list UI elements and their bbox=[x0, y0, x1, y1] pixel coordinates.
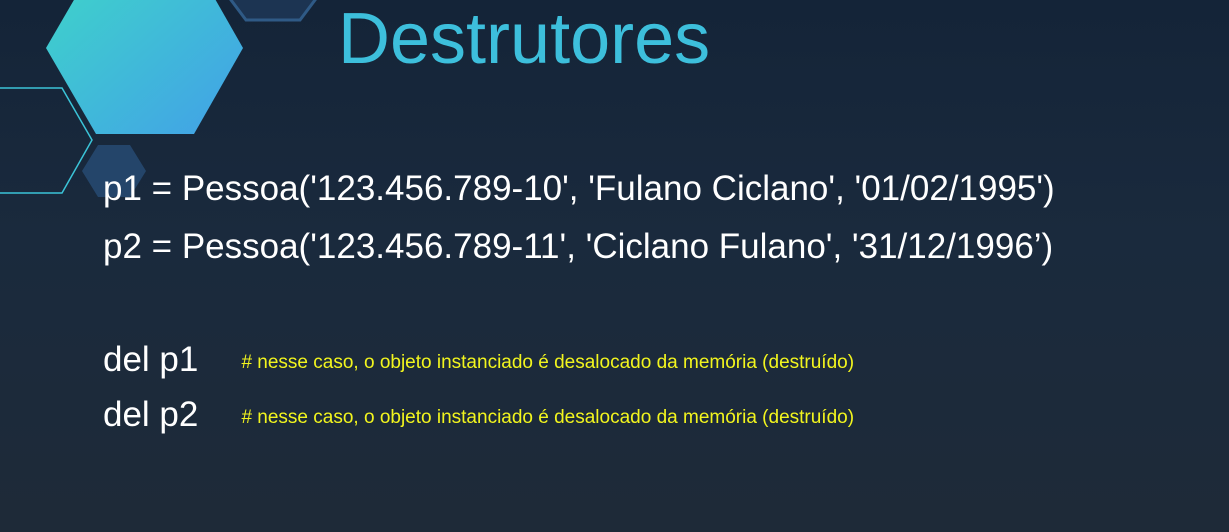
outline-hexagon-left bbox=[0, 87, 93, 194]
slide-title: Destrutores bbox=[338, 0, 711, 79]
code-line-p2: p2 = Pessoa('123.456.789-11', 'Ciclano F… bbox=[103, 227, 1054, 266]
del-statement-code: del p1 bbox=[103, 340, 199, 379]
del-statement-comment: # nesse caso, o objeto instanciado é des… bbox=[241, 407, 855, 428]
presentation-slide: Destrutores p1 = Pessoa('123.456.789-10'… bbox=[0, 0, 1229, 532]
code-line-p1: p1 = Pessoa('123.456.789-10', 'Fulano Ci… bbox=[103, 169, 1055, 208]
del-statement-comment: # nesse caso, o objeto instanciado é des… bbox=[241, 352, 855, 373]
outline-hexagon-top bbox=[229, 0, 317, 22]
del-statement-code: del p2 bbox=[103, 395, 199, 434]
del-statement-row: del p1 # nesse caso, o objeto instanciad… bbox=[103, 338, 854, 382]
gradient-hexagon bbox=[46, 0, 243, 134]
del-statement-row: del p2 # nesse caso, o objeto instanciad… bbox=[103, 393, 854, 437]
